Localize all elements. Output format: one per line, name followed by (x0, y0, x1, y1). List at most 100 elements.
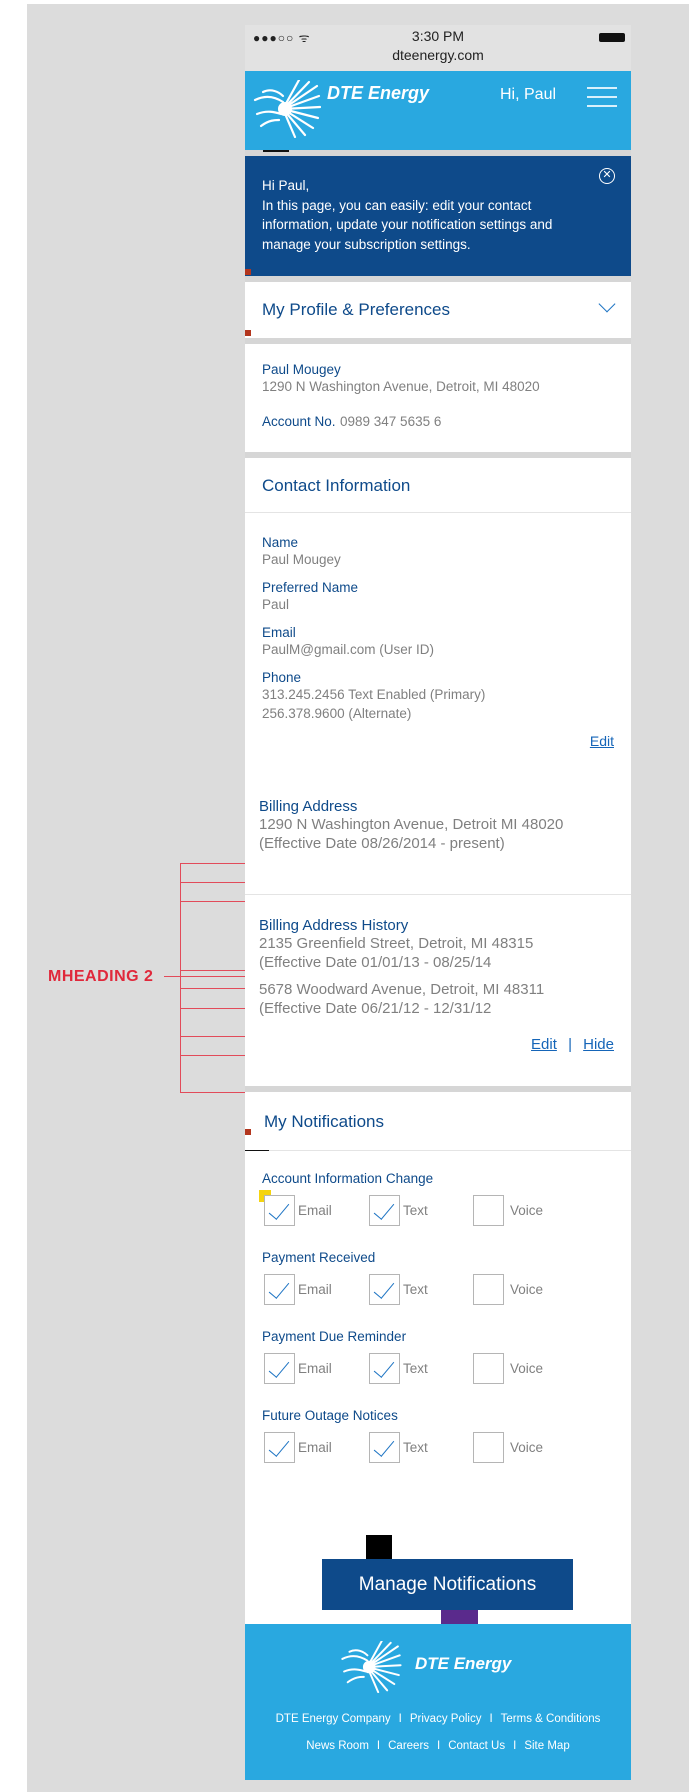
link-separator: | (568, 1036, 572, 1053)
footer-link-separator: I (398, 1713, 402, 1725)
user-greeting[interactable]: Hi, Paul (500, 86, 556, 104)
edit-history-link[interactable]: Edit (531, 1036, 557, 1053)
hamburger-menu-icon[interactable] (587, 87, 617, 114)
footer-link[interactable]: Privacy Policy (410, 1713, 482, 1725)
email-checkbox[interactable] (264, 1353, 295, 1384)
history-address-2: 5678 Woodward Avenue, Detroit, MI 48311 (259, 981, 545, 998)
footer-link[interactable]: News Room (306, 1740, 369, 1752)
billing-effective-date: (Effective Date 08/26/2014 - present) (259, 835, 505, 852)
section-title: My Profile & Preferences (262, 300, 451, 319)
phone-screen: ●●●○○ ᯤ 3:30 PM dteenergy.com DTE Energy… (245, 25, 631, 1780)
chevron-down-icon[interactable] (598, 295, 616, 313)
annotation-line (164, 976, 258, 977)
phone-alternate: 256.378.9600 (Alternate) (262, 706, 412, 721)
marker-red (245, 269, 251, 275)
hide-history-link[interactable]: Hide (583, 1036, 614, 1053)
edit-contact-link[interactable]: Edit (590, 733, 614, 749)
annotation-bracket (180, 863, 181, 1092)
footer-links-row-1: DTE Energy Company I Privacy Policy I Terms … (245, 1713, 631, 1725)
account-summary: Paul Mougey 1290 N Washington Avenue, De… (245, 344, 631, 452)
preferred-name-label: Preferred Name (262, 580, 359, 595)
text-checkbox[interactable] (369, 1274, 400, 1305)
profile-preferences-header[interactable]: My Profile & Preferences (245, 282, 631, 338)
billing-history-label: Billing Address History (259, 917, 409, 934)
account-number-label: Account No. (262, 414, 336, 429)
notification-group-label: Account Information Change (262, 1171, 434, 1186)
footer-link[interactable]: Careers (388, 1740, 429, 1752)
voice-option-label: Voice (510, 1203, 544, 1218)
email-option-label: Email (298, 1203, 332, 1218)
email-option-label: Email (298, 1361, 332, 1376)
email-checkbox[interactable] (264, 1274, 295, 1305)
voice-checkbox[interactable] (473, 1274, 504, 1305)
notification-group: Payment Due Reminder Email Text Voice (245, 1329, 631, 1408)
footer-link[interactable]: Contact Us (448, 1740, 505, 1752)
notification-group: Account Information Change Email Text Voice (245, 1171, 631, 1250)
footer-link[interactable]: Terms & Conditions (501, 1713, 601, 1725)
billing-address: Billing Address 1290 N Washington Avenue… (245, 798, 631, 895)
voice-option-label: Voice (510, 1361, 544, 1376)
billing-history: Billing Address History 2135 Greenfield … (245, 895, 631, 1086)
text-checkbox[interactable] (369, 1195, 400, 1226)
billing-address-value: 1290 N Washington Avenue, Detroit MI 480… (259, 816, 564, 833)
text-option-label: Text (403, 1361, 428, 1376)
text-checkbox[interactable] (369, 1432, 400, 1463)
history-address-1: 2135 Greenfield Street, Detroit, MI 4831… (259, 935, 534, 952)
status-time: 3:30 PM (411, 28, 465, 44)
contact-details: Name Paul Mougey Preferred Name Paul Ema… (245, 513, 631, 798)
preferred-name-value: Paul (262, 597, 290, 612)
email-value: PaulM@gmail.com (User ID) (262, 642, 434, 657)
notifications-header: My Notifications (245, 1092, 631, 1151)
text-option-label: Text (403, 1440, 428, 1455)
marker-black (366, 1535, 392, 1559)
notification-group: Future Outage Notices Email Text Voice (245, 1408, 631, 1487)
footer-links-row-2: News Room I Careers I Contact Us I Site Map (245, 1740, 631, 1752)
section-title: Contact Information (262, 476, 411, 495)
history-effective-1: (Effective Date 01/01/13 - 08/25/14 (259, 954, 492, 971)
billing-address-label: Billing Address (259, 798, 358, 815)
voice-checkbox[interactable] (473, 1195, 504, 1226)
footer-link[interactable]: DTE Energy Company (276, 1713, 391, 1725)
email-checkbox[interactable] (264, 1195, 295, 1226)
footer-link-separator: I (376, 1740, 381, 1752)
manage-notifications-button[interactable]: Manage Notifications (322, 1559, 573, 1610)
voice-checkbox[interactable] (473, 1432, 504, 1463)
close-icon[interactable]: ✕ (599, 168, 615, 184)
notification-group-label: Future Outage Notices (262, 1408, 398, 1423)
footer-brand: DTE Energy (415, 1654, 512, 1673)
welcome-banner: ✕ Hi Paul, In this page, you can easily:… (245, 156, 631, 276)
dte-logo-icon[interactable] (253, 80, 321, 138)
divider-tab (263, 150, 289, 152)
dte-logo-icon[interactable] (340, 1641, 402, 1693)
text-option-label: Text (403, 1282, 428, 1297)
contact-information-header: Contact Information (245, 458, 631, 513)
status-bar: ●●●○○ ᯤ 3:30 PM dteenergy.com (245, 25, 631, 71)
text-checkbox[interactable] (369, 1353, 400, 1384)
name-label: Name (262, 535, 299, 550)
notification-groups: Account Information Change Email Text Voice… (245, 1151, 631, 1487)
account-address: 1290 N Washington Avenue, Detroit, MI 48… (262, 379, 540, 394)
footer-link-separator: I (437, 1740, 441, 1752)
footer-link-separator: I (489, 1713, 493, 1725)
history-effective-2: (Effective Date 06/21/12 - 12/31/12 (259, 1000, 492, 1017)
footer-link[interactable]: Site Map (524, 1740, 569, 1752)
account-holder-name: Paul Mougey (262, 362, 341, 377)
notification-group: Payment Received Email Text Voice (245, 1250, 631, 1329)
history-actions: Edit | Hide (259, 1036, 614, 1053)
email-option-label: Email (298, 1282, 332, 1297)
site-footer: DTE Energy DTE Energy Company I Privacy Po… (245, 1624, 631, 1780)
voice-option-label: Voice (510, 1440, 544, 1455)
notification-group-label: Payment Due Reminder (262, 1329, 407, 1344)
annotation-label: MHEADING 2 (48, 968, 154, 985)
voice-checkbox[interactable] (473, 1353, 504, 1384)
email-label: Email (262, 625, 296, 640)
address-bar-url[interactable]: dteenergy.com (245, 47, 631, 63)
notification-group-label: Payment Received (262, 1250, 376, 1265)
text-option-label: Text (403, 1203, 428, 1218)
footer-link-separator: I (513, 1740, 517, 1752)
account-number: 0989 347 5635 6 (340, 414, 442, 429)
email-checkbox[interactable] (264, 1432, 295, 1463)
voice-option-label: Voice (510, 1282, 544, 1297)
email-option-label: Email (298, 1440, 332, 1455)
site-header: DTE Energy Hi, Paul (245, 71, 631, 150)
